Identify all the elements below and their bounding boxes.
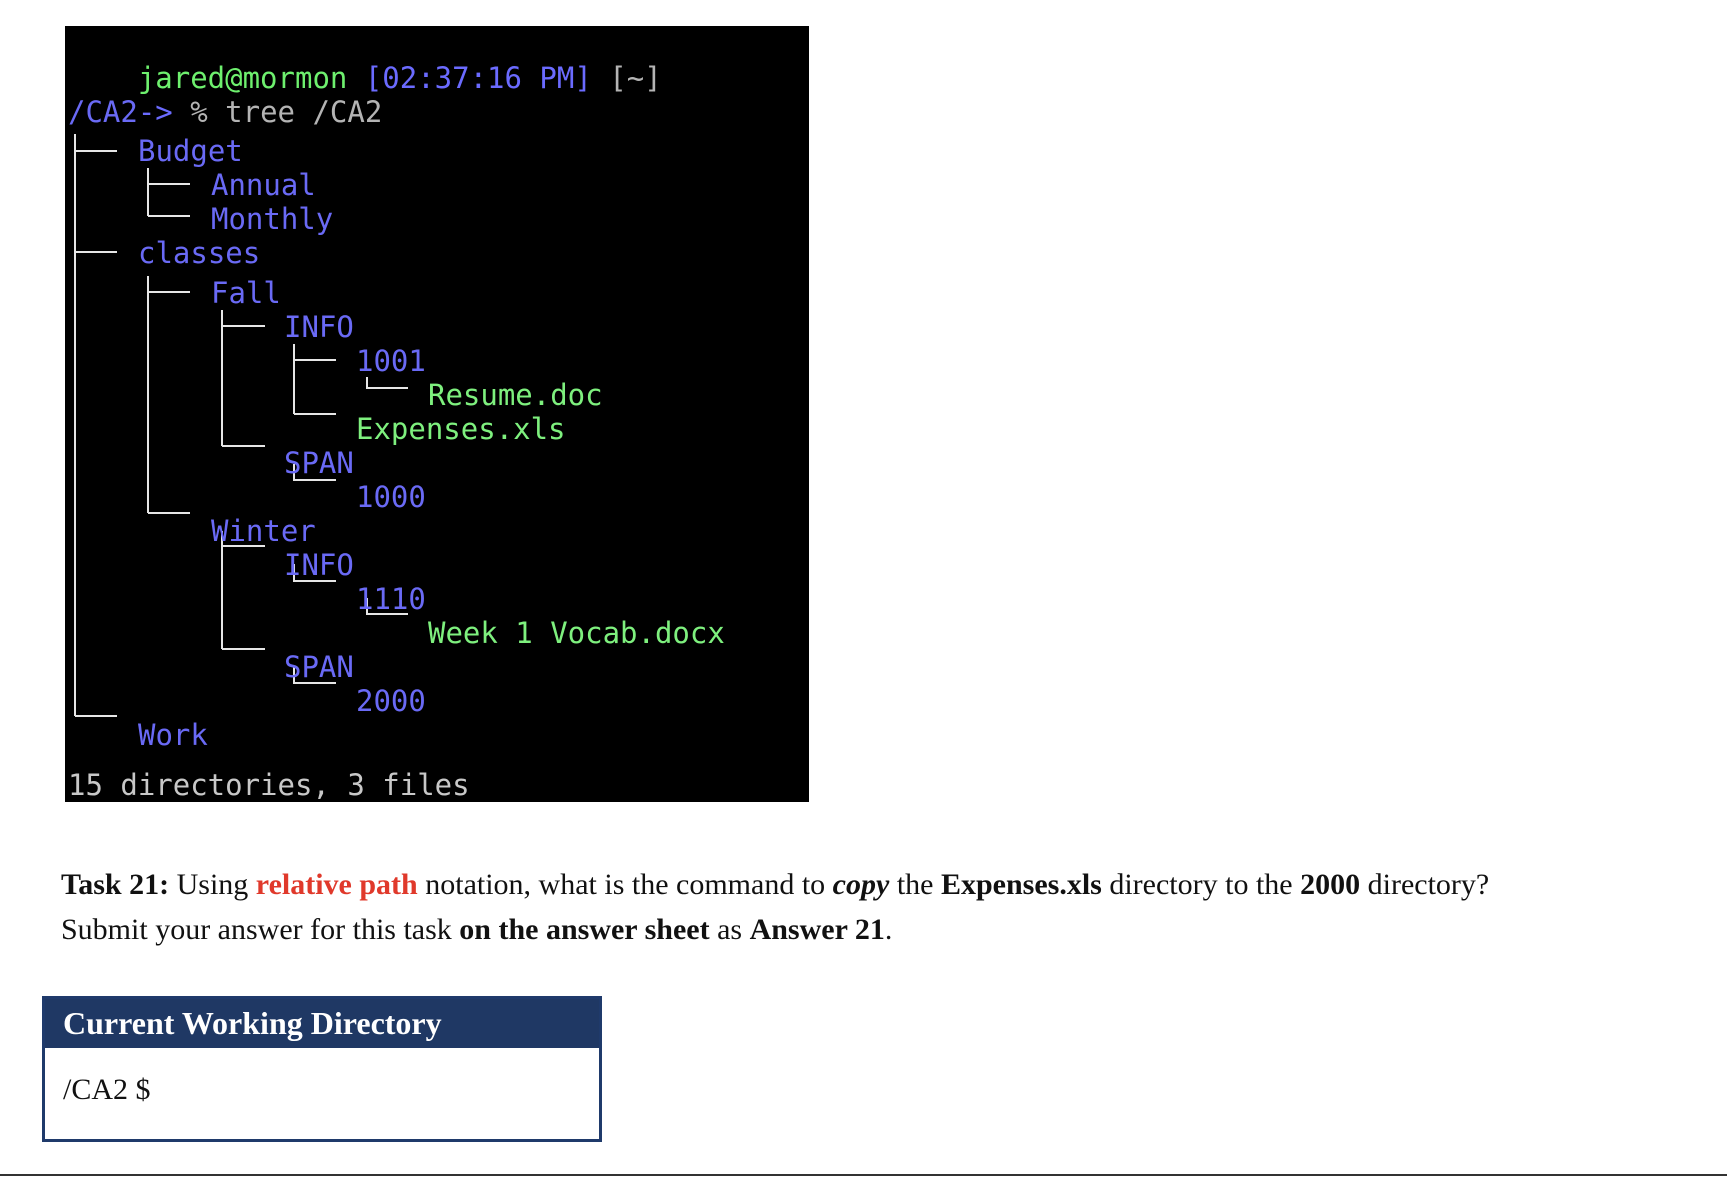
prompt-symbol: % [190,95,208,129]
tree-dir-fall: Fall [211,276,281,310]
task-text: as [717,913,743,946]
bottom-divider [0,1174,1727,1176]
tree-summary: 15 directories, 3 files [68,768,470,802]
command-text: tree /CA2 [225,95,383,129]
task-text: Using [176,868,249,901]
relative-path-highlight: relative path [255,868,418,901]
cwd-value: /CA2 $ [63,1073,151,1106]
task-label: Task 21: [61,868,170,901]
tree-dir-2000: 2000 [356,684,426,718]
prompt-dir: [~] [609,61,662,95]
tree-dir-budget: Budget [138,134,243,168]
prompt-line: jared@mormon [02:37:16 PM] [~] [68,27,662,95]
tree-dir-fall-info: INFO [284,310,354,344]
task-text: notation, what is the command to [425,868,826,901]
task-text: . [884,913,893,946]
tree-root: /CA2 [68,95,138,129]
tree-dir-monthly: Monthly [211,202,334,236]
task-instructions: Task 21: Using relative path notation, w… [61,862,1701,952]
prompt-arrow: -> [137,95,173,129]
tree-file-resume: Resume.doc [428,378,603,412]
tree-dir-classes: classes [138,236,261,270]
task-text: directory to the [1109,868,1293,901]
expenses-emphasis: Expenses.xls [940,868,1102,901]
task-text: Submit your answer for this task [61,913,452,946]
copy-emphasis: copy [832,868,890,901]
tree-dir-fall-span: SPAN [284,446,354,480]
tree-dir-winter-info: INFO [284,548,354,582]
task-text: directory? [1367,868,1490,901]
cwd-header: Current Working Directory [45,999,599,1048]
tree-file-expenses: Expenses.xls [356,412,566,446]
terminal-window: jared@mormon [02:37:16 PM] [~] -> % tree… [65,26,809,802]
tree-dir-winter: Winter [211,514,316,548]
current-working-directory-box: Current Working Directory /CA2 $ [42,996,602,1142]
tree-dir-annual: Annual [211,168,316,202]
dir-2000-emphasis: 2000 [1300,868,1361,901]
tree-dir-1000: 1000 [356,480,426,514]
answer-label: Answer 21 [749,913,885,946]
answer-sheet-emphasis: on the answer sheet [459,913,710,946]
tree-dir-winter-span: SPAN [284,650,354,684]
tree-dir-1001: 1001 [356,344,426,378]
tree-file-vocab: Week 1 Vocab.docx [428,616,725,650]
tree-dir-work: Work [138,718,208,752]
prompt-time: [02:37:16 PM] [364,61,592,95]
tree-dir-1110: 1110 [356,582,426,616]
task-text: the [896,868,934,901]
command-line: -> % tree /CA2 [68,61,382,129]
